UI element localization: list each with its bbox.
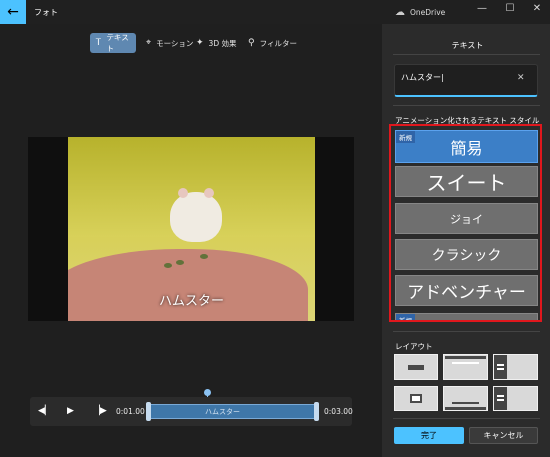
- end-time: 0:03.00: [324, 407, 353, 416]
- start-time: 0:01.00: [116, 407, 145, 416]
- title-bar: [0, 0, 550, 24]
- arrow-left-icon: ←: [7, 4, 19, 20]
- back-button[interactable]: ←: [0, 0, 26, 24]
- new-badge: 新規: [396, 131, 415, 143]
- tab-label: テキスト: [106, 33, 129, 53]
- style-label: スイート: [426, 171, 507, 195]
- layout-left-panel[interactable]: [493, 354, 538, 380]
- edit-toolbar: Ꭲ テキスト ⌖ モーション ✦ 3D 効果 ⚲ フィルター: [0, 33, 382, 53]
- app-title: フォト: [34, 8, 58, 17]
- minimize-button[interactable]: —: [472, 3, 492, 14]
- panel-title: テキスト: [451, 41, 484, 50]
- filter-icon: ⚲: [248, 38, 255, 48]
- style-label: クラシック: [431, 247, 502, 264]
- style-joy[interactable]: ジョイ: [395, 203, 538, 234]
- trim-start-handle[interactable]: [146, 402, 151, 421]
- trim-end-handle[interactable]: [314, 402, 319, 421]
- style-label: アドベンチャー: [407, 283, 526, 303]
- tab-label: モーション: [156, 38, 194, 48]
- style-sweet[interactable]: スイート: [395, 166, 538, 197]
- timeline: ◀▏ ▶ ▕▶ 0:01.00 ハムスター 0:03.00: [30, 397, 353, 426]
- onedrive-indicator[interactable]: ☁ OneDrive: [395, 7, 445, 18]
- preview-caption: ハムスター: [158, 294, 224, 309]
- play-icon[interactable]: ▶: [67, 406, 74, 416]
- tab-label: フィルター: [259, 38, 297, 48]
- maximize-button[interactable]: ☐: [500, 3, 520, 14]
- style-adventure[interactable]: アドベンチャー: [395, 275, 538, 306]
- divider: [393, 331, 540, 332]
- style-partial[interactable]: 新規: [395, 313, 538, 320]
- tab-filters[interactable]: ⚲ フィルター: [242, 33, 303, 53]
- done-button[interactable]: 完了: [394, 427, 464, 444]
- close-button[interactable]: ✕: [527, 3, 547, 14]
- text-icon: Ꭲ: [96, 38, 102, 48]
- style-simple[interactable]: 新規 簡易: [395, 130, 538, 163]
- cloud-icon: ☁: [395, 7, 405, 18]
- 3d-effects-icon: ✦: [196, 38, 204, 48]
- layout-bottom-band[interactable]: [443, 386, 488, 411]
- style-classic[interactable]: クラシック: [395, 239, 538, 270]
- divider: [393, 105, 540, 106]
- motion-icon: ⌖: [146, 38, 152, 48]
- clip-label: ハムスター: [205, 408, 240, 416]
- layout-label: レイアウト: [395, 342, 433, 351]
- style-label: ジョイ: [450, 212, 483, 226]
- style-label: 簡易: [450, 138, 483, 158]
- new-badge: 新規: [396, 314, 415, 320]
- layout-center-box[interactable]: [394, 386, 438, 411]
- layout-center-bar[interactable]: [394, 354, 438, 380]
- previous-frame-icon[interactable]: ◀▏: [38, 406, 52, 416]
- tab-label: 3D 効果: [208, 38, 237, 48]
- divider: [393, 418, 540, 419]
- tab-text[interactable]: Ꭲ テキスト: [90, 33, 136, 53]
- layout-top-band[interactable]: [443, 354, 488, 380]
- text-input-value: ハムスター: [401, 73, 441, 82]
- onedrive-label: OneDrive: [410, 8, 446, 17]
- next-frame-icon[interactable]: ▕▶: [93, 406, 107, 416]
- tab-3d-effects[interactable]: ✦ 3D 効果: [190, 33, 242, 53]
- text-style-list: 新規 簡易 スイート ジョイ クラシック アドベンチャー 新規: [389, 124, 542, 322]
- divider: [393, 54, 540, 55]
- clear-icon[interactable]: ✕: [517, 73, 525, 83]
- cancel-button[interactable]: キャンセル: [469, 427, 538, 444]
- layout-left-panel-2[interactable]: [493, 386, 538, 411]
